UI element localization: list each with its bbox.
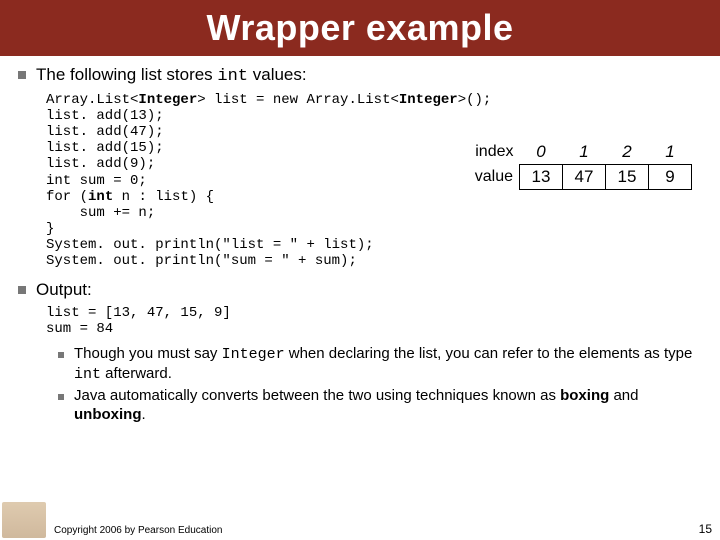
decorative-graphic (2, 502, 46, 538)
header-cell: 2 (606, 140, 649, 165)
text: Though you must say (74, 345, 222, 362)
header-cell: 1 (563, 140, 606, 165)
code: System. out. println("list = " + list); (46, 237, 374, 253)
code-bold: Integer (138, 92, 197, 108)
bullet-icon (18, 286, 26, 294)
copyright-footer: Copyright 2006 by Pearson Education (54, 525, 222, 536)
header-cell: 1 (649, 140, 692, 165)
header-cell: 0 (520, 140, 563, 165)
text: and (609, 387, 638, 404)
code: > list = new Array.List< (197, 92, 399, 108)
slide-body: The following list stores int values: Ar… (0, 56, 720, 424)
code: list. add(15); (46, 140, 164, 156)
text: when declaring the list, you can refer t… (285, 345, 693, 362)
inline-code: int (74, 366, 101, 383)
row-label: value (467, 165, 520, 190)
bullet-icon (18, 71, 26, 79)
inline-code: int (217, 67, 248, 86)
code: sum += n; (46, 205, 155, 221)
sub-bullet-1: Though you must say Integer when declari… (58, 345, 702, 385)
bold-text: boxing (560, 387, 609, 404)
code: n : list) { (113, 189, 214, 205)
title-bar: Wrapper example (0, 0, 720, 56)
code: int sum = 0; (46, 173, 147, 189)
text: values: (248, 65, 307, 84)
value-cell: 13 (520, 165, 563, 190)
sub-bullets: Though you must say Integer when declari… (58, 345, 702, 424)
code: list. add(13); (46, 108, 164, 124)
bullet-2: Output: (18, 279, 702, 301)
row-label: index (467, 140, 520, 165)
value-cell: 9 (649, 165, 692, 190)
text: The following list stores (36, 65, 217, 84)
table-row: value 13 47 15 9 (467, 165, 692, 190)
bold-text: unboxing (74, 406, 142, 423)
bullet-icon (58, 352, 64, 358)
code-bold: int (88, 189, 113, 205)
value-cell: 47 (563, 165, 606, 190)
bullet-1-text: The following list stores int values: (36, 64, 307, 88)
sub-1-text: Though you must say Integer when declari… (74, 345, 702, 385)
index-value-table: index 0 1 2 1 value 13 47 15 9 (467, 140, 692, 190)
text: Java automatically converts between the … (74, 387, 560, 404)
code: >(); (458, 92, 492, 108)
bullet-icon (58, 394, 64, 400)
sub-bullet-2: Java automatically converts between the … (58, 387, 702, 425)
code-bold: Integer (399, 92, 458, 108)
code: System. out. println("sum = " + sum); (46, 253, 357, 269)
sub-2-text: Java automatically converts between the … (74, 387, 702, 425)
bullet-2-text: Output: (36, 279, 92, 301)
code: Array.List< (46, 92, 138, 108)
table-row: index 0 1 2 1 (467, 140, 692, 165)
code: } (46, 221, 54, 237)
output-line: sum = 84 (46, 321, 113, 337)
code: for ( (46, 189, 88, 205)
bullet-1: The following list stores int values: (18, 64, 702, 88)
output-block: list = [13, 47, 15, 9] sum = 84 (46, 305, 702, 337)
output-line: list = [13, 47, 15, 9] (46, 305, 231, 321)
value-cell: 15 (606, 165, 649, 190)
code: list. add(9); (46, 156, 155, 172)
code: list. add(47); (46, 124, 164, 140)
text: . (142, 406, 146, 423)
text: afterward. (101, 365, 172, 382)
slide-title: Wrapper example (207, 7, 514, 49)
inline-code: Integer (222, 346, 285, 363)
page-number: 15 (699, 522, 712, 536)
